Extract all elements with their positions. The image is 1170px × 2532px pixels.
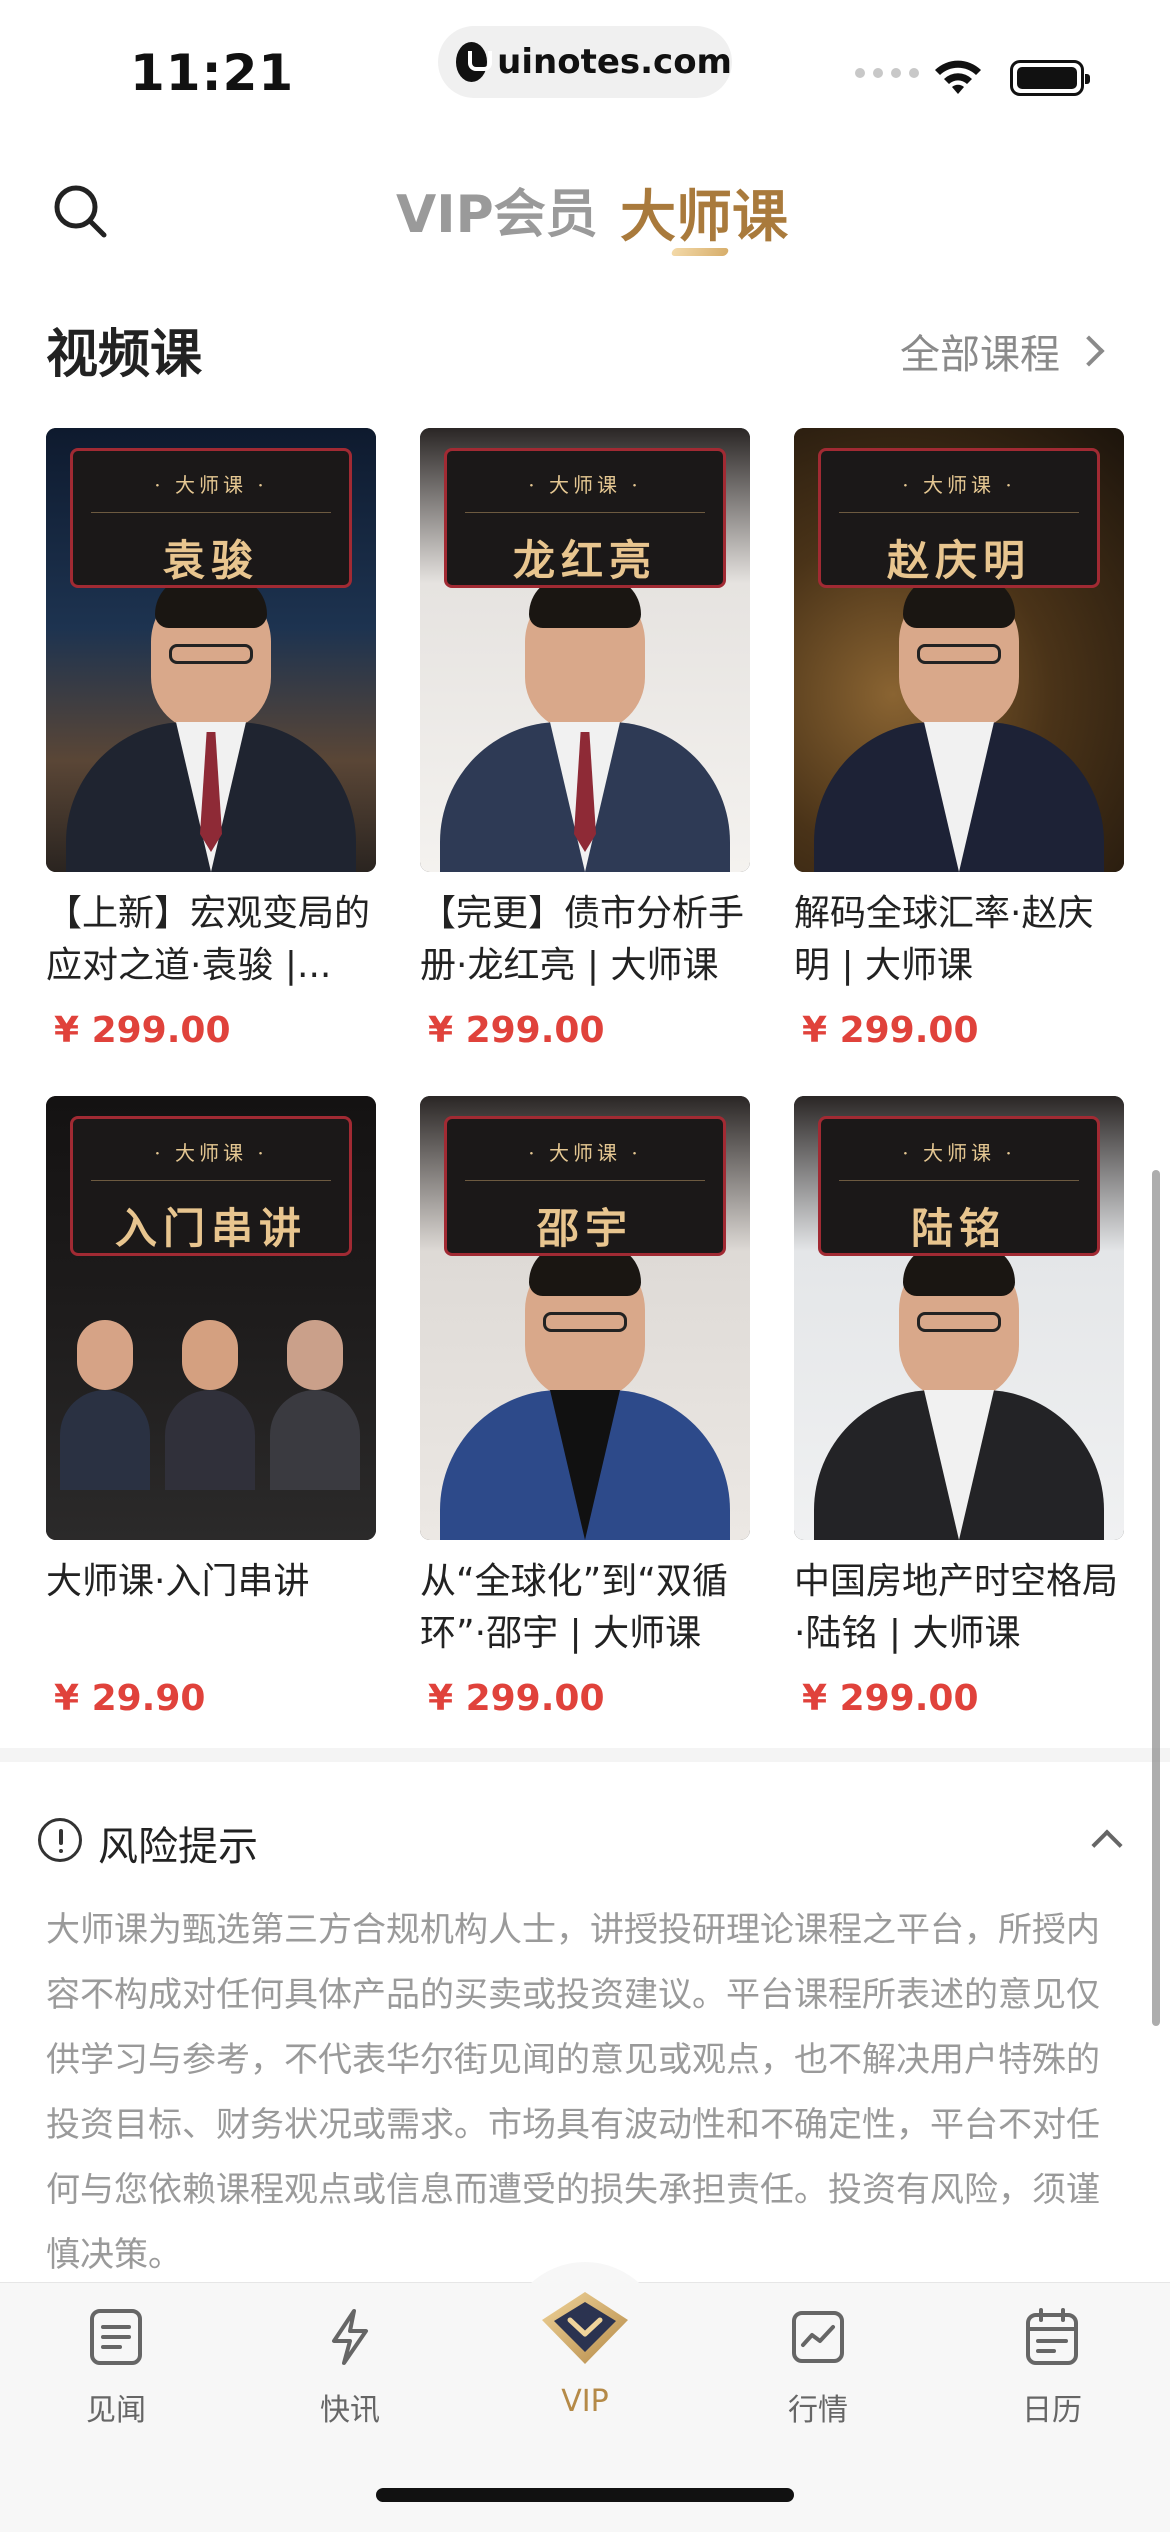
tab-label: 见闻: [86, 2393, 146, 2428]
risk-notice-title: 风险提示: [98, 1824, 258, 1870]
banner-name: 入门串讲: [114, 1204, 307, 1253]
course-card[interactable]: · 大师课 · 袁骏 【上新】宏观变局的应对之道·袁骏 |... ¥ 299.0…: [46, 428, 376, 1051]
course-price: ¥ 299.00: [802, 1678, 979, 1719]
tab-label: 行情: [788, 2393, 848, 2428]
course-card[interactable]: · 大师课 · 入门串讲 大师课·入门串讲 ¥ 29.90: [46, 1096, 376, 1719]
presenter-photos: [60, 1320, 360, 1490]
course-card[interactable]: · 大师课 · 龙红亮 【完更】债市分析手册·龙红亮 | 大师课 ¥ 299.0…: [420, 428, 750, 1051]
course-thumbnail: · 大师课 · 赵庆明: [794, 428, 1124, 872]
tab-calendar[interactable]: 日历: [972, 2307, 1132, 2429]
course-banner: · 大师课 · 邵宇: [444, 1116, 726, 1256]
course-price: ¥ 299.00: [428, 1678, 605, 1719]
risk-notice-text: 大师课为甄选第三方合规机构人士，讲授投研理论课程之平台，所授内容不构成对任何具体…: [46, 1910, 1100, 2275]
cellular-signal-icon: [855, 68, 919, 78]
banner-subtitle: · 大师课 ·: [154, 1141, 268, 1165]
news-icon: [90, 2309, 142, 2365]
banner-subtitle: · 大师课 ·: [528, 1141, 642, 1165]
banner-name: 赵庆明: [886, 536, 1031, 585]
status-bar: 11:21 uinotes.com: [0, 0, 1170, 140]
course-banner: · 大师课 · 赵庆明: [818, 448, 1100, 588]
course-price: ¥ 299.00: [54, 1010, 231, 1051]
course-title: 中国房地产时空格局·陆铭 | 大师课: [794, 1561, 1119, 1654]
tab-label: 日历: [1022, 2393, 1082, 2428]
course-banner: · 大师课 · 入门串讲: [70, 1116, 352, 1256]
presenter-photo: [814, 576, 1104, 872]
presenter-photo: [814, 1244, 1104, 1540]
course-thumbnail: · 大师课 · 入门串讲: [46, 1096, 376, 1540]
home-indicator: [376, 2488, 794, 2502]
course-card[interactable]: · 大师课 · 邵宇 从“全球化”到“双循环”·邵宇 | 大师课 ¥ 299.0…: [420, 1096, 750, 1719]
active-tab-indicator: [670, 248, 730, 256]
course-price: ¥ 29.90: [54, 1678, 206, 1719]
scrollbar[interactable]: [1152, 1170, 1160, 2026]
course-card[interactable]: · 大师课 · 赵庆明 解码全球汇率·赵庆明 | 大师课 ¥ 299.00: [794, 428, 1124, 1051]
course-title: 大师课·入门串讲: [46, 1561, 310, 1602]
status-time: 11:21: [130, 44, 295, 102]
banner-subtitle: · 大师课 ·: [902, 473, 1016, 497]
course-title: 解码全球汇率·赵庆明 | 大师课: [794, 893, 1094, 986]
course-banner: · 大师课 · 陆铭: [818, 1116, 1100, 1256]
presenter-photo: [66, 576, 356, 872]
banner-subtitle: · 大师课 ·: [154, 473, 268, 497]
url-text: uinotes.com: [497, 42, 732, 82]
tab-vip[interactable]: VIP: [505, 2290, 665, 2419]
course-price: ¥ 299.00: [428, 1010, 605, 1051]
tab-label: VIP: [561, 2384, 609, 2419]
course-thumbnail: · 大师课 · 龙红亮: [420, 428, 750, 872]
banner-name: 袁骏: [162, 536, 259, 585]
course-title: 【完更】债市分析手册·龙红亮 | 大师课: [420, 893, 745, 986]
wifi-icon: [935, 60, 981, 94]
tab-vip-member[interactable]: VIP会员: [396, 172, 598, 247]
search-icon[interactable]: [52, 183, 108, 239]
course-card[interactable]: · 大师课 · 陆铭 中国房地产时空格局·陆铭 | 大师课 ¥ 299.00: [794, 1096, 1124, 1719]
site-logo-icon: [456, 42, 493, 82]
course-banner: · 大师课 · 龙红亮: [444, 448, 726, 588]
tab-flash[interactable]: 快讯: [270, 2307, 430, 2429]
info-circle-icon: [38, 1818, 82, 1862]
section-divider: [0, 1748, 1170, 1762]
banner-name: 邵宇: [536, 1204, 633, 1253]
course-thumbnail: · 大师课 · 陆铭: [794, 1096, 1124, 1540]
flash-icon: [332, 2309, 368, 2365]
course-title: 【上新】宏观变局的应对之道·袁骏 |...: [46, 893, 371, 986]
tab-label: 快讯: [320, 2393, 380, 2428]
course-thumbnail: · 大师课 · 袁骏: [46, 428, 376, 872]
chevron-right-icon: [1073, 335, 1105, 367]
tab-market[interactable]: 行情: [738, 2307, 898, 2429]
url-pill[interactable]: uinotes.com: [438, 26, 732, 98]
section-title: 视频课: [46, 325, 203, 385]
market-chart-icon: [792, 2311, 844, 2363]
course-thumbnail: · 大师课 · 邵宇: [420, 1096, 750, 1540]
chevron-up-icon[interactable]: [1091, 1829, 1123, 1861]
tab-news[interactable]: 见闻: [36, 2307, 196, 2429]
presenter-photo: [440, 576, 730, 872]
calendar-icon: [1026, 2308, 1078, 2365]
tab-master-class[interactable]: 大师课: [620, 172, 788, 253]
presenter-photo: [440, 1244, 730, 1540]
banner-name: 陆铭: [910, 1204, 1007, 1253]
course-banner: · 大师课 · 袁骏: [70, 448, 352, 588]
banner-name: 龙红亮: [512, 536, 657, 585]
course-price: ¥ 299.00: [802, 1010, 979, 1051]
all-courses-link[interactable]: 全部课程: [900, 322, 1105, 380]
battery-icon: [1010, 60, 1090, 96]
banner-subtitle: · 大师课 ·: [528, 473, 642, 497]
banner-subtitle: · 大师课 ·: [902, 1141, 1016, 1165]
all-courses-label: 全部课程: [900, 332, 1060, 378]
vip-diamond-icon: [542, 2292, 628, 2364]
course-title: 从“全球化”到“双循环”·邵宇 | 大师课: [420, 1561, 728, 1654]
